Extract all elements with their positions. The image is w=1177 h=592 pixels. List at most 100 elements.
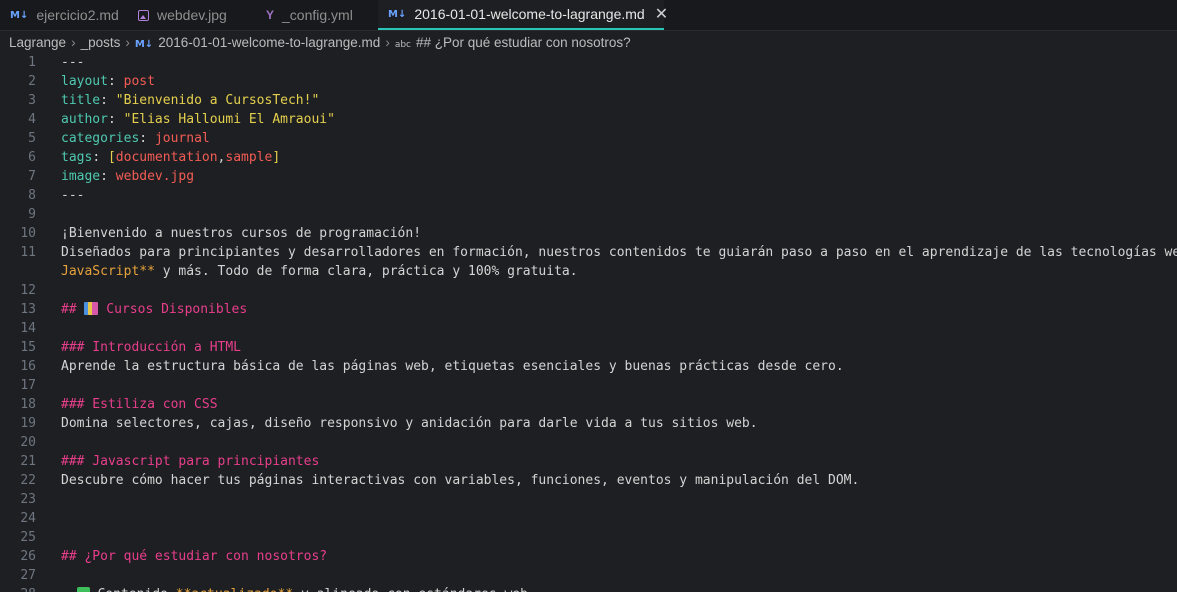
tab-webdev-jpg[interactable]: webdev.jpg [128, 0, 256, 30]
line-number: 12 [20, 283, 36, 298]
line-content: layout: post [61, 72, 155, 91]
line-number: 5 [28, 131, 36, 146]
code-line[interactable]: 21 ### Javascript para principiantes [0, 452, 1177, 471]
code-line[interactable]: 22 Descubre cómo hacer tus páginas intera… [0, 471, 1177, 490]
code-line[interactable]: 24 [0, 509, 1177, 528]
code-line[interactable]: 8 --- [0, 186, 1177, 205]
code-line[interactable]: 26 ## ¿Por qué estudiar con nosotros? [0, 547, 1177, 566]
code-token: documentation [115, 150, 218, 165]
code-token: ¡Bienvenido a nuestros cursos de program… [61, 226, 422, 241]
code-token: post [123, 74, 155, 89]
code-token: --- [61, 55, 85, 70]
code-line[interactable]: 6 tags: [documentation,sample] [0, 148, 1177, 167]
code-token: ## [61, 302, 85, 317]
code-line[interactable]: 19 Domina selectores, cajas, diseño respo… [0, 414, 1177, 433]
code-token: Aprende la estructura básica de las pági… [61, 359, 844, 374]
line-number: 11 [20, 245, 36, 260]
line-content: categories: journal [61, 129, 210, 148]
line-number: 19 [20, 416, 36, 431]
image-icon [138, 9, 149, 21]
code-token: : [107, 74, 124, 89]
markdown-icon: M↓ [388, 8, 407, 20]
line-number: 10 [20, 226, 36, 241]
line-number: 1 [28, 55, 36, 70]
code-line[interactable]: JavaScript** y más. Todo de forma clara,… [0, 262, 1177, 281]
breadcrumb-label: Lagrange [9, 34, 67, 50]
line-number: 6 [28, 150, 36, 165]
code-line[interactable]: 25 [0, 528, 1177, 547]
code-line[interactable]: 16 Aprende la estructura básica de las pá… [0, 357, 1177, 376]
code-line[interactable]: 23 [0, 490, 1177, 509]
editor[interactable]: 1 --- 2 layout: post 3 title: "Bienvenido a C… [0, 53, 1177, 592]
line-number: 4 [28, 112, 36, 127]
code-line[interactable]: 14 [0, 319, 1177, 338]
code-line[interactable]: 10 ¡Bienvenido a nuestros cursos de progr… [0, 224, 1177, 243]
line-content: ¡Bienvenido a nuestros cursos de program… [61, 224, 421, 243]
code-token: webdev.jpg [115, 169, 195, 184]
code-line[interactable]: 12 [0, 281, 1177, 300]
code-token: ] [272, 150, 281, 165]
close-icon[interactable]: ✕ [655, 4, 668, 24]
line-content: ## Cursos Disponibles [61, 300, 247, 319]
code-token: image [61, 169, 101, 184]
code-line[interactable]: 27 [0, 566, 1177, 585]
code-line[interactable]: 9 [0, 205, 1177, 224]
code-line[interactable]: 20 [0, 433, 1177, 452]
line-number: 7 [28, 169, 36, 184]
tab-2016-01-01-welcome-to-lagrange-md[interactable]: M↓ 2016-01-01-welcome-to-lagrange.md ✕ [378, 0, 668, 30]
chevron-right-icon: › [385, 34, 390, 50]
code-line[interactable]: 17 [0, 376, 1177, 395]
code-token: --- [61, 188, 85, 203]
line-content: ### Javascript para principiantes [61, 452, 319, 471]
line-number: 26 [20, 549, 36, 564]
line-number: 20 [20, 435, 36, 450]
code-token: Cursos Disponibles [98, 302, 248, 317]
code-line[interactable]: 28 Contenido **actualizado** y alineado … [0, 585, 1177, 592]
line-content: Aprende la estructura básica de las pági… [61, 357, 844, 376]
code-line[interactable]: 4 author: "Elias Halloumi El Amraoui" [0, 110, 1177, 129]
breadcrumb-item[interactable]: M↓ 2016-01-01-welcome-to-lagrange.md [135, 35, 380, 50]
code-token: author [61, 112, 108, 127]
code-token: categories [61, 131, 140, 146]
tab-ejercicio2-md[interactable]: M↓ ejercicio2.md [0, 0, 128, 30]
code-token: "Bienvenido a CursosTech!" [115, 93, 320, 108]
line-number: 14 [20, 321, 36, 336]
code-line[interactable]: 2 layout: post [0, 72, 1177, 91]
check-mark-icon [76, 587, 90, 592]
breadcrumb-item[interactable]: Lagrange [9, 35, 66, 50]
code-line[interactable]: 7 image: webdev.jpg [0, 167, 1177, 186]
breadcrumb-label: ## ¿Por qué estudiar con nosotros? [416, 34, 631, 50]
code-line[interactable]: 3 title: "Bienvenido a CursosTech!" [0, 91, 1177, 110]
line-number: 8 [28, 188, 36, 203]
line-content: Descubre cómo hacer tus páginas interact… [61, 471, 859, 490]
code-line[interactable]: 1 --- [0, 53, 1177, 72]
breadcrumb-item[interactable]: abc ## ¿Por qué estudiar con nosotros? [395, 35, 631, 50]
code-token: Domina selectores, cajas, diseño respons… [61, 416, 758, 431]
code-line[interactable]: 15 ### Introducción a HTML [0, 338, 1177, 357]
markdown-icon: M↓ [134, 38, 154, 50]
line-number: 28 [0, 585, 36, 592]
tab--config-yml[interactable]: Y _config.yml [256, 0, 378, 30]
line-content: --- [61, 53, 84, 72]
line-number: 24 [20, 511, 36, 526]
code-token: ### Javascript para principiantes [61, 454, 320, 469]
line-number: 18 [20, 397, 36, 412]
code-line[interactable]: 5 categories: journal [0, 129, 1177, 148]
line-number: 9 [28, 207, 36, 222]
breadcrumb-item[interactable]: _posts [81, 35, 121, 50]
code-line[interactable]: 18 ### Estiliza con CSS [0, 395, 1177, 414]
code-token: tags [61, 150, 93, 165]
chevron-right-icon: › [71, 34, 76, 50]
code-line[interactable]: 11 Diseñados para principiantes y desarro… [0, 243, 1177, 262]
tab-label: ejercicio2.md [36, 7, 119, 23]
line-number: 2 [28, 74, 36, 89]
code-line[interactable]: 13 ## Cursos Disponibles [0, 300, 1177, 319]
tab-label: webdev.jpg [157, 7, 227, 23]
line-content: author: "Elias Halloumi El Amraoui" [61, 110, 335, 129]
books-icon [84, 302, 99, 315]
line-content: Diseñados para principiantes y desarroll… [61, 243, 1177, 262]
line-content: Domina selectores, cajas, diseño respons… [61, 414, 758, 433]
code-token: layout [61, 74, 108, 89]
line-number: 23 [20, 492, 36, 507]
